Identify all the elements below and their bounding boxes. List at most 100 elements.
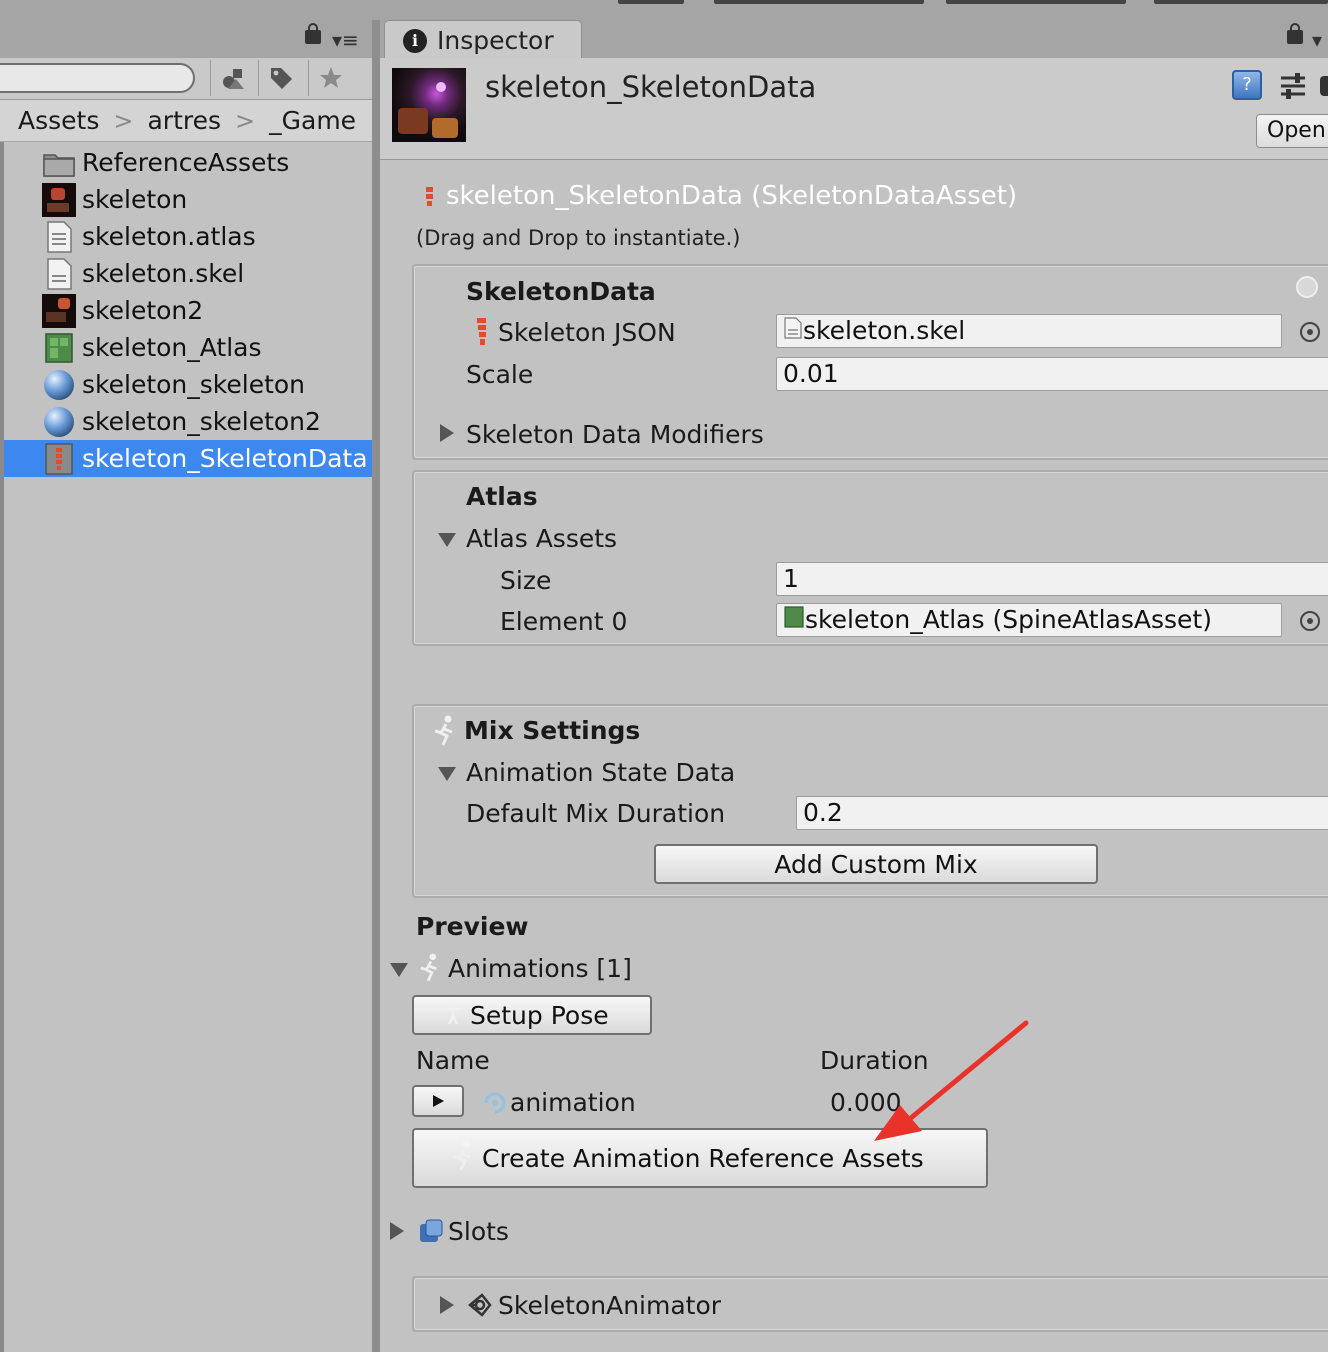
default-mix-duration-field[interactable]: 0.2 [796, 796, 1328, 830]
texture-icon [42, 182, 76, 217]
pose-figure-icon [444, 998, 462, 1032]
add-custom-mix-button[interactable]: Add Custom Mix [654, 844, 1098, 884]
asset-label: skeleton_SkeletonData [82, 444, 368, 473]
asset-item-skeleton[interactable]: skeleton [4, 181, 374, 218]
breadcrumb-item[interactable]: artres [147, 106, 221, 135]
help-icon[interactable] [1296, 276, 1318, 298]
asset-item-skeleton-skeleton[interactable]: skeleton_skeleton [4, 366, 374, 403]
asset-item-skeleton-skel[interactable]: skeleton.skel [4, 255, 374, 292]
asset-label: skeleton_skeleton2 [82, 407, 321, 436]
scale-field[interactable]: 0.01 [776, 357, 1328, 391]
toolbar-tab-stub [714, 0, 924, 4]
filter-by-label-icon[interactable] [258, 60, 302, 96]
asset-thumbnail [392, 68, 466, 142]
asset-item-referenceassets[interactable]: ReferenceAssets [4, 144, 374, 181]
animation-runner-icon [450, 1138, 476, 1178]
material-sphere-icon [42, 368, 76, 402]
folder-icon [42, 146, 76, 180]
atlas-element-value: skeleton_Atlas (SpineAtlasAsset) [805, 605, 1212, 634]
asset-item-skeleton-skeletondata[interactable]: skeleton_SkeletonData [4, 440, 374, 477]
animation-state-data-foldout[interactable]: Animation State Data [466, 758, 735, 787]
settings-sliders-icon[interactable] [1278, 70, 1308, 100]
atlas-assets-foldout[interactable]: Atlas Assets [466, 524, 617, 553]
chevron-right-icon[interactable] [440, 424, 454, 446]
asset-label: ReferenceAssets [82, 148, 290, 177]
atlas-size-field[interactable]: 1 [776, 562, 1328, 596]
asset-label: skeleton_skeleton [82, 370, 306, 399]
atlas-size-label: Size [500, 566, 552, 595]
name-column-header: Name [416, 1046, 490, 1075]
atlas-element-label: Element 0 [500, 607, 628, 636]
skeleton-json-field[interactable]: skeleton.skel [776, 314, 1282, 348]
setup-pose-label: Setup Pose [470, 1000, 609, 1030]
object-picker-icon[interactable] [1300, 611, 1320, 631]
project-panel: ▾≡ Assets > artres > _Game ReferenceAsse… [0, 0, 378, 1352]
atlas-asset-icon [783, 605, 805, 636]
skeleton-json-value: skeleton.skel [803, 316, 966, 345]
search-input[interactable] [0, 63, 195, 93]
text-file-icon [42, 257, 76, 291]
mix-settings-header: Mix Settings [464, 716, 641, 745]
filter-by-type-icon[interactable] [210, 60, 254, 96]
lock-shackle [308, 23, 318, 33]
lock-shackle [1290, 23, 1300, 33]
panel-menu-icon[interactable]: ▾≡ [332, 28, 359, 52]
text-file-icon [783, 316, 803, 347]
material-sphere-icon [42, 405, 76, 439]
animation-runner-icon [432, 714, 458, 750]
asset-title: skeleton_SkeletonData [485, 70, 817, 104]
atlas-element-field[interactable]: skeleton_Atlas (SpineAtlasAsset) [776, 603, 1282, 637]
breadcrumb-item[interactable]: _Game [269, 106, 356, 135]
asset-item-skeleton-atlas[interactable]: skeleton.atlas [4, 218, 374, 255]
animation-name: animation [510, 1088, 636, 1117]
breadcrumb-item[interactable]: Assets [18, 106, 99, 135]
asset-label: skeleton2 [82, 296, 204, 325]
skeleton-animator-foldout[interactable]: SkeletonAnimator [498, 1291, 721, 1320]
tab-inspector[interactable]: i Inspector [384, 20, 582, 60]
panel-menu-icon[interactable]: ▾ [1312, 28, 1322, 52]
setup-pose-button[interactable]: Setup Pose [412, 995, 652, 1035]
asset-label: skeleton.skel [82, 259, 245, 288]
breadcrumb-separator: > [113, 106, 134, 135]
info-icon: i [403, 28, 427, 53]
skeleton-json-label: Skeleton JSON [498, 318, 676, 347]
play-animation-button[interactable] [412, 1085, 464, 1117]
gear-icon[interactable] [1320, 76, 1328, 96]
text-file-icon [42, 220, 76, 254]
default-mix-duration-label: Default Mix Duration [466, 799, 726, 828]
asset-item-skeleton-skeleton2[interactable]: skeleton_skeleton2 [4, 403, 374, 440]
drag-hint: (Drag and Drop to instantiate.) [416, 226, 741, 250]
panel-divider[interactable] [372, 20, 380, 1352]
asset-item-skeleton-atlas-asset[interactable]: skeleton_Atlas [4, 329, 374, 366]
create-refs-label: Create Animation Reference Assets [482, 1143, 924, 1173]
animations-foldout[interactable]: Animations [1] [448, 954, 632, 983]
asset-item-skeleton2[interactable]: skeleton2 [4, 292, 374, 329]
help-book-icon[interactable]: ? [1232, 70, 1262, 100]
asset-label: skeleton_Atlas [82, 333, 262, 362]
annotation-arrow [874, 1020, 1029, 1141]
texture-icon [42, 293, 76, 328]
open-button[interactable]: Open [1256, 114, 1328, 148]
chevron-down-icon[interactable] [390, 962, 408, 981]
section-title: skeleton_SkeletonData (SkeletonDataAsset… [446, 181, 1018, 211]
animation-clip-icon [482, 1090, 508, 1120]
favorites-star-icon[interactable] [308, 60, 352, 96]
toolbar-tab-stub [1154, 0, 1328, 4]
chevron-right-icon[interactable] [390, 1222, 404, 1244]
chevron-down-icon[interactable] [438, 532, 456, 551]
object-picker-icon[interactable] [1300, 322, 1320, 342]
asset-label: skeleton.atlas [82, 222, 256, 251]
asset-label: skeleton [82, 185, 188, 214]
breadcrumb: Assets > artres > _Game [0, 100, 378, 142]
skeleton-json-icon [474, 317, 490, 351]
skeleton-data-header: SkeletonData [466, 277, 656, 306]
atlas-header: Atlas [466, 482, 538, 511]
atlas-asset-icon [42, 331, 76, 365]
slots-foldout[interactable]: Slots [448, 1217, 509, 1246]
animator-icon [466, 1292, 494, 1322]
skeleton-data-modifiers-foldout[interactable]: Skeleton Data Modifiers [466, 420, 764, 449]
chevron-down-icon[interactable] [438, 766, 456, 785]
chevron-right-icon[interactable] [440, 1296, 454, 1318]
toolbar-tab-stub [618, 0, 684, 4]
skeleton-data-asset-icon [424, 185, 436, 215]
